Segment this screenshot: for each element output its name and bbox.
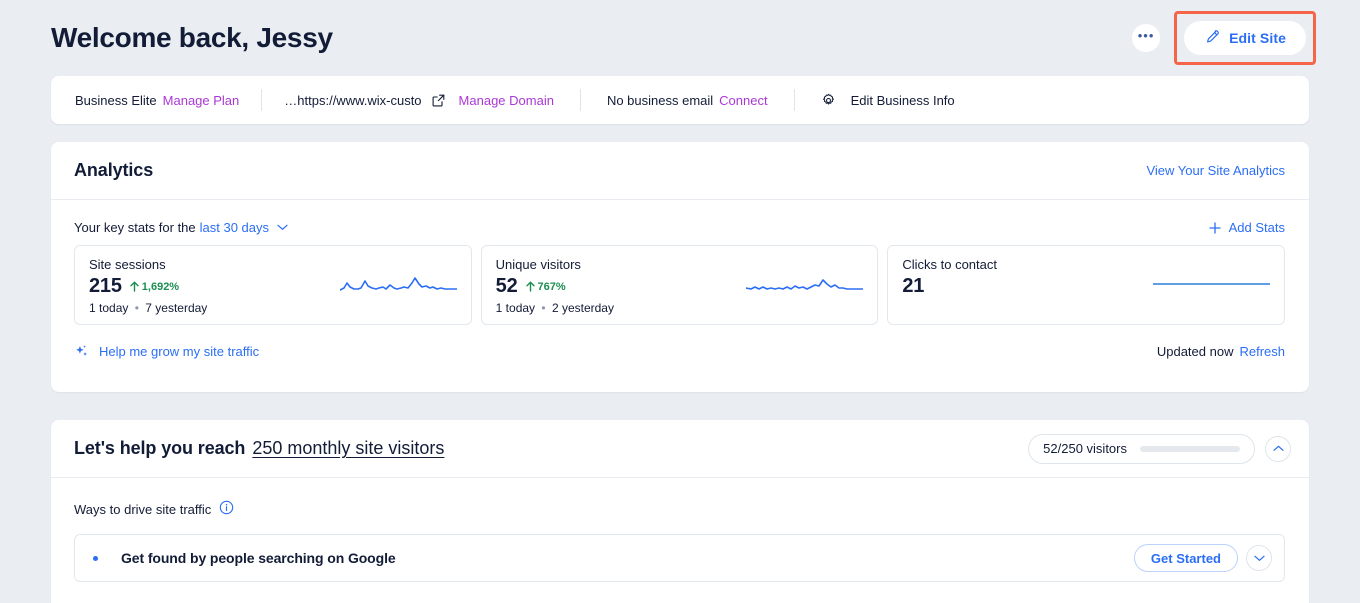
progress-track: [1140, 445, 1240, 452]
stat-subtext: 1 today • 2 yesterday: [496, 301, 864, 315]
reach-header: Let's help you reach 250 monthly site vi…: [51, 420, 1309, 478]
chevron-up-icon: [1272, 445, 1284, 451]
view-site-analytics-link[interactable]: View Your Site Analytics: [1146, 163, 1285, 178]
stats-subheader: Your key stats for the last 30 days Add …: [51, 200, 1309, 235]
business-info-segment[interactable]: Edit Business Info: [821, 90, 955, 110]
stat-label: Clicks to contact: [902, 257, 997, 272]
date-range-link[interactable]: last 30 days: [200, 220, 269, 235]
reach-header-actions: 52/250 visitors: [1028, 433, 1291, 464]
stats-prefix-label: Your key stats for the: [74, 220, 196, 235]
stat-value: 215: [89, 275, 122, 297]
ways-to-drive-traffic-label: Ways to drive site traffic: [74, 500, 1285, 518]
stat-delta: 767%: [525, 280, 566, 293]
edit-site-highlight-box: Edit Site: [1174, 11, 1316, 65]
edit-site-label: Edit Site: [1229, 30, 1286, 46]
stat-yesterday: 2 yesterday: [551, 301, 614, 315]
task-label: Get found by people searching on Google: [121, 550, 396, 566]
updated-status: Updated now Refresh: [1157, 344, 1285, 359]
stat-cards-row: Site sessions 215 1,692% 1 today • 7 yes…: [51, 235, 1309, 325]
visitors-progress-label: 52/250 visitors: [1043, 441, 1127, 456]
manage-plan-link[interactable]: Manage Plan: [163, 93, 240, 108]
stat-card-clicks-to-contact[interactable]: Clicks to contact 21: [887, 245, 1286, 325]
plan-segment: Business Elite Manage Plan: [75, 90, 239, 110]
ways-label-text: Ways to drive site traffic: [74, 501, 212, 517]
dashboard-page: Welcome back, Jessy ••• Edit Site Busine…: [0, 0, 1360, 603]
arrow-up-icon: [130, 281, 139, 292]
email-segment: No business email Connect: [607, 90, 768, 110]
stat-delta-value: 767%: [537, 280, 566, 293]
edit-site-button[interactable]: Edit Site: [1184, 21, 1306, 55]
gear-icon: [821, 93, 836, 108]
connect-email-link[interactable]: Connect: [719, 93, 767, 108]
divider: [793, 89, 795, 111]
edit-business-info-label: Edit Business Info: [850, 92, 955, 108]
more-dots-icon: •••: [1137, 28, 1155, 43]
refresh-link[interactable]: Refresh: [1239, 344, 1285, 359]
bullet-icon: [93, 555, 98, 561]
sparkle-icon: [76, 345, 87, 356]
sparkline-chart: [1152, 274, 1271, 301]
external-link-icon[interactable]: [432, 94, 445, 107]
add-stats-button[interactable]: Add Stats: [1208, 220, 1285, 235]
chevron-down-icon[interactable]: [277, 224, 288, 231]
stat-card-unique-visitors[interactable]: Unique visitors 52 767% 1 today • 2 yest…: [480, 245, 879, 325]
visitors-progress-pill: 52/250 visitors: [1028, 433, 1255, 464]
stat-card-site-sessions[interactable]: Site sessions 215 1,692% 1 today • 7 yes…: [74, 245, 472, 325]
page-title: Welcome back, Jessy: [51, 22, 333, 53]
pencil-icon: [1204, 29, 1220, 48]
stat-label: Site sessions: [89, 257, 166, 272]
task-row[interactable]: Get found by people searching on Google …: [74, 534, 1285, 582]
sparkline-chart: [745, 274, 865, 301]
arrow-up-icon: [525, 281, 535, 292]
dot-separator: •: [134, 301, 139, 315]
plan-name: Business Elite: [75, 92, 157, 108]
divider: [579, 89, 581, 111]
domain-segment: https://www.wix-custo… Manage Domain: [284, 90, 554, 110]
analytics-title: Analytics: [74, 160, 154, 180]
divider: [261, 89, 263, 111]
get-started-button[interactable]: Get Started: [1133, 544, 1238, 572]
stat-today: 1 today: [89, 301, 129, 315]
stat-label: Unique visitors: [495, 257, 581, 272]
expand-task-button[interactable]: [1246, 545, 1272, 571]
task-actions: Get Started: [1133, 544, 1272, 572]
plus-icon: [1208, 221, 1221, 234]
analytics-header: Analytics View Your Site Analytics: [51, 142, 1309, 200]
stat-value: 52: [495, 275, 518, 297]
stat-subtext: 1 today • 7 yesterday: [89, 301, 457, 315]
page-header: Welcome back, Jessy ••• Edit Site: [0, 0, 1360, 76]
reach-body: Ways to drive site traffic Get found by …: [51, 478, 1309, 582]
stat-yesterday: 7 yesterday: [145, 301, 208, 315]
sparkline-chart: [338, 274, 458, 301]
dot-separator: •: [541, 301, 546, 315]
analytics-card: Analytics View Your Site Analytics Your …: [51, 142, 1309, 392]
more-options-button[interactable]: •••: [1132, 24, 1161, 52]
site-url: https://www.wix-custo…: [284, 92, 422, 108]
stat-today: 1 today: [495, 301, 536, 315]
analytics-footer: Help me grow my site traffic Updated now…: [51, 325, 1309, 359]
stat-value: 21: [902, 275, 925, 297]
add-stats-label: Add Stats: [1228, 220, 1285, 235]
grow-traffic-label: Help me grow my site traffic: [99, 344, 260, 359]
email-status: No business email: [606, 92, 714, 108]
stat-delta: 1,692%: [130, 281, 179, 293]
collapse-section-button[interactable]: [1265, 435, 1291, 462]
updated-label: Updated now: [1156, 344, 1234, 359]
reach-title: Let's help you reach: [74, 438, 246, 458]
site-info-bar: Business Elite Manage Plan https://www.w…: [51, 76, 1309, 124]
info-icon[interactable]: [219, 500, 234, 518]
stat-delta-value: 1,692%: [141, 280, 180, 293]
reach-goal-link[interactable]: 250 monthly site visitors: [252, 438, 444, 459]
header-actions: ••• Edit Site: [1132, 11, 1316, 65]
reach-goal-card: Let's help you reach 250 monthly site vi…: [51, 420, 1309, 603]
chevron-down-icon: [1253, 555, 1265, 561]
manage-domain-link[interactable]: Manage Domain: [459, 93, 554, 108]
grow-traffic-link[interactable]: Help me grow my site traffic: [74, 344, 259, 359]
